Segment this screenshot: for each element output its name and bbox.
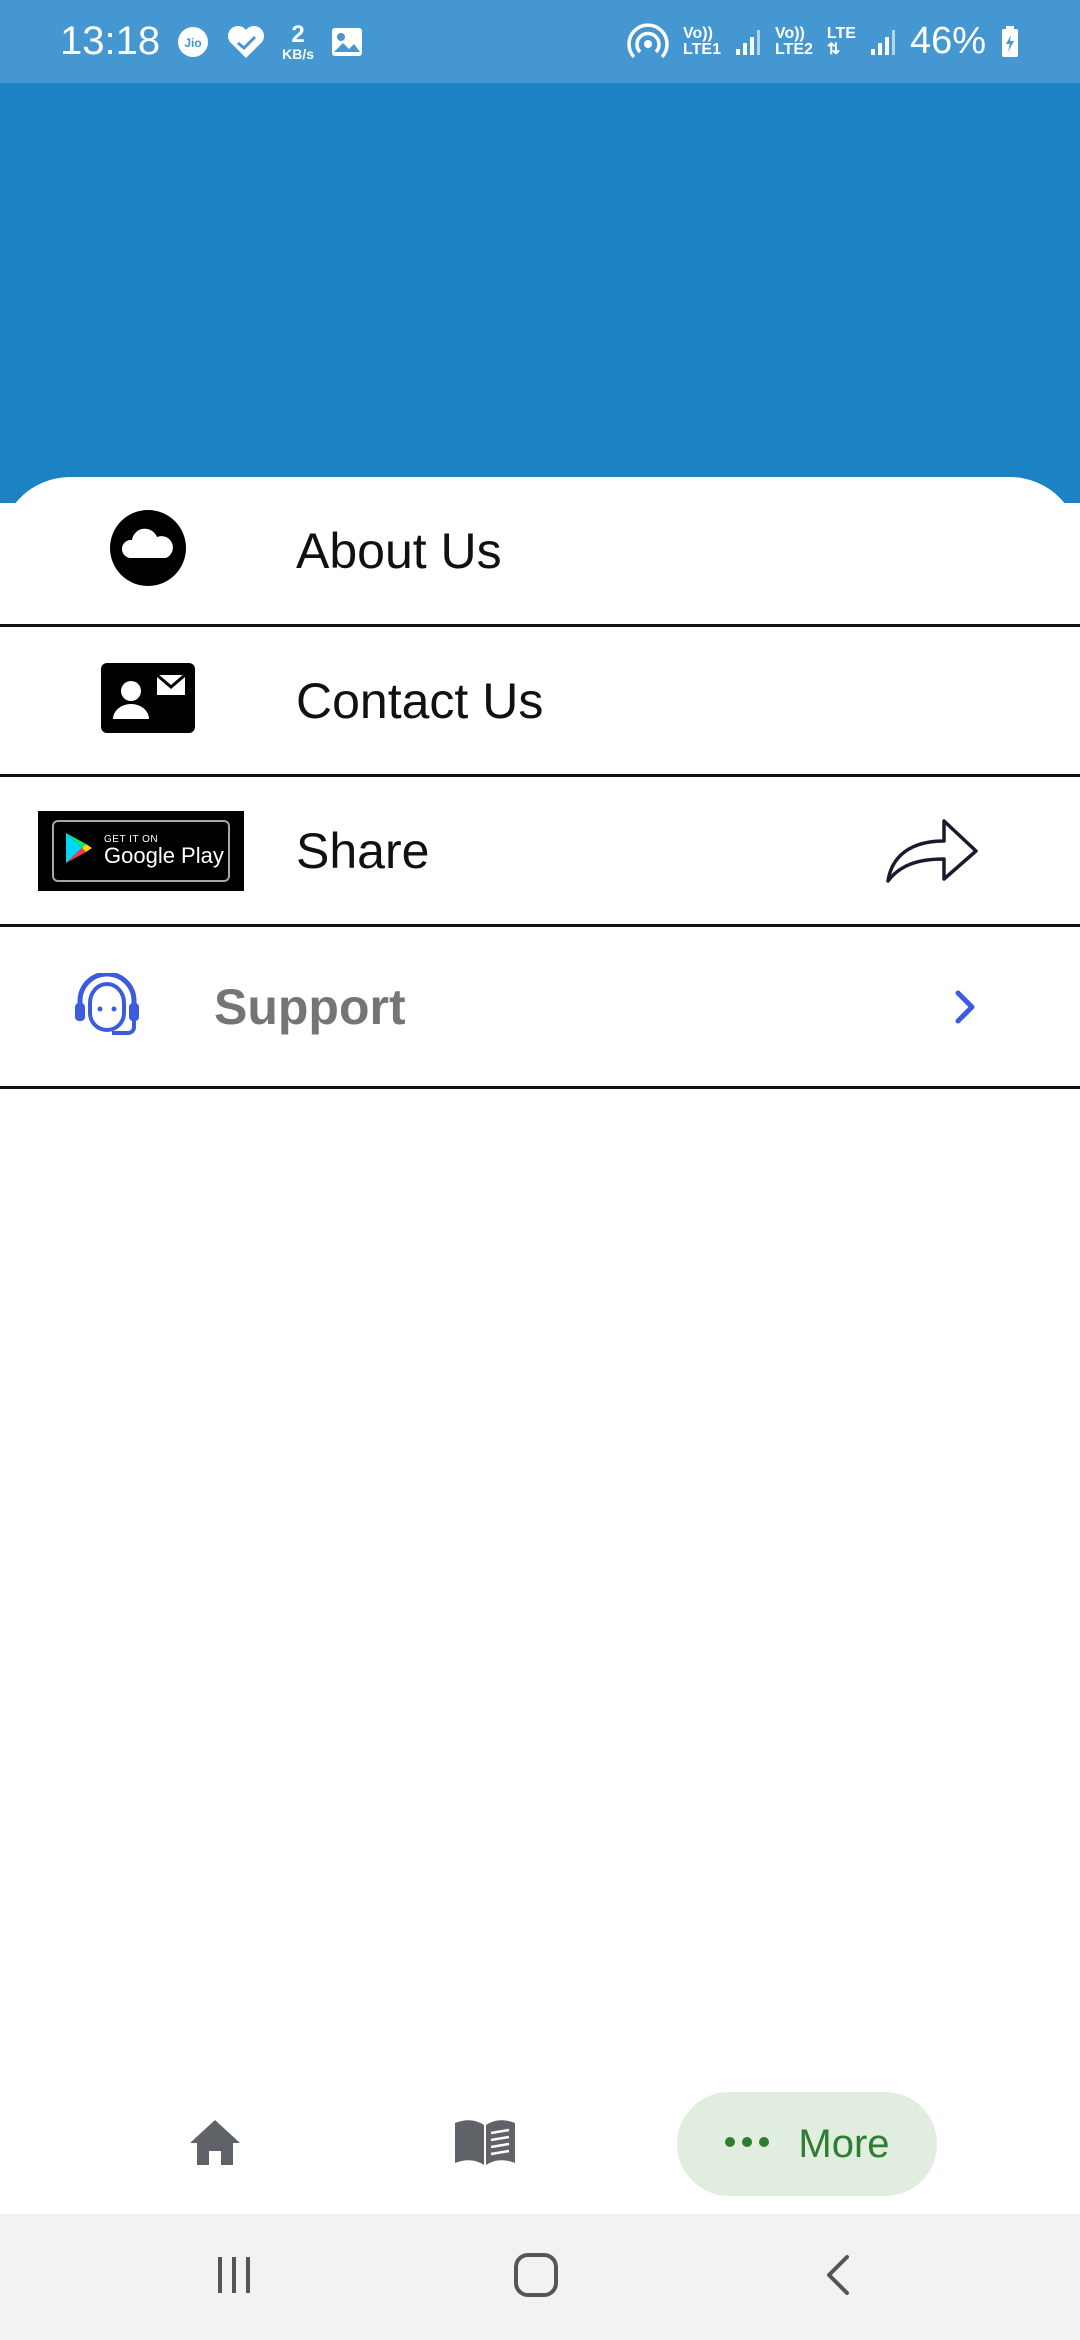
home-square-icon [512, 2251, 560, 2304]
google-play-badge-inner: GET IT ON Google Play [52, 819, 230, 882]
lte-label: LTE [826, 24, 856, 42]
battery-charging-icon [1000, 25, 1020, 59]
recent-apps-icon [214, 2255, 254, 2300]
nav-more[interactable]: More [677, 2092, 937, 2196]
sim2-volte: Vo)) LTE2 [774, 24, 813, 58]
nav-more-label: More [798, 2121, 890, 2166]
status-bar: 13:18 Jio 2 KB/s Vo)) LTE1 Vo)) LTE2 LTE… [0, 0, 1080, 83]
contact-card-icon [101, 663, 195, 738]
net-speed: 2 KB/s [282, 20, 315, 62]
lte-indicator: LTE ⇅ [826, 24, 856, 58]
google-play-badge: GET IT ON Google Play [38, 810, 244, 891]
bottom-nav: More [0, 2072, 1080, 2212]
home-icon [187, 2117, 243, 2172]
recent-apps-button[interactable] [194, 2244, 274, 2310]
system-nav-bar [0, 2214, 1080, 2340]
cloud-icon [108, 508, 188, 593]
menu-item-label: About Us [296, 522, 502, 579]
status-right: Vo)) LTE1 Vo)) LTE2 LTE ⇅ 46% [627, 20, 1020, 63]
google-play-text: GET IT ON Google Play [104, 834, 224, 868]
menu-icon-col: GET IT ON Google Play [0, 810, 296, 891]
home-button[interactable] [496, 2244, 576, 2310]
svg-text:Jio: Jio [184, 36, 201, 50]
menu-item-label: Contact Us [296, 672, 544, 729]
support-label: Support [214, 978, 406, 1035]
chevron-right-icon[interactable] [950, 987, 980, 1027]
menu-icon-col [0, 663, 296, 738]
net-speed-value: 2 [291, 20, 305, 48]
menu-icon-col [0, 508, 296, 593]
google-play-big: Google Play [104, 842, 224, 868]
sim1-bottom: LTE1 [683, 40, 721, 58]
gallery-icon [330, 26, 364, 58]
google-play-logo-icon [64, 831, 94, 870]
menu-item-share[interactable]: GET IT ON Google Play Share [0, 777, 1080, 927]
jio-icon: Jio [176, 25, 210, 59]
status-left: 13:18 Jio 2 KB/s [60, 19, 364, 64]
net-speed-unit: KB/s [282, 45, 315, 62]
header-background [0, 83, 1080, 503]
book-icon [453, 2117, 517, 2172]
sim2-bottom: LTE2 [774, 40, 813, 58]
share-arrow-icon[interactable] [884, 815, 980, 887]
screen: 13:18 Jio 2 KB/s Vo)) LTE1 Vo)) LTE2 LTE… [0, 0, 1080, 2340]
back-button[interactable] [798, 2244, 878, 2310]
sim2-top: Vo)) [774, 24, 805, 42]
signal-icon [735, 27, 761, 57]
menu-item-support[interactable]: Support [0, 927, 1080, 1089]
menu-item-label: Share [296, 822, 430, 879]
status-time: 13:18 [60, 19, 161, 63]
menu-item-contact-us[interactable]: Contact Us [0, 627, 1080, 777]
battery-percent: 46% [909, 20, 986, 62]
sim1-top: Vo)) [683, 24, 713, 42]
data-arrows-icon: ⇅ [826, 40, 841, 58]
heart-check-icon [226, 24, 266, 60]
menu-sheet: About Us Contact Us GET IT ON Google Pla… [0, 477, 1080, 1089]
menu-item-about-us[interactable]: About Us [0, 477, 1080, 627]
headset-agent-icon [72, 971, 142, 1040]
sim1-volte: Vo)) LTE1 [683, 24, 721, 58]
menu-icon-col [0, 971, 214, 1040]
more-dots-icon [724, 2135, 770, 2153]
back-chevron-icon [823, 2253, 853, 2302]
nav-read[interactable] [440, 2092, 530, 2196]
hotspot-icon [627, 22, 669, 62]
nav-home[interactable] [170, 2092, 260, 2196]
signal-icon-2 [870, 27, 896, 57]
